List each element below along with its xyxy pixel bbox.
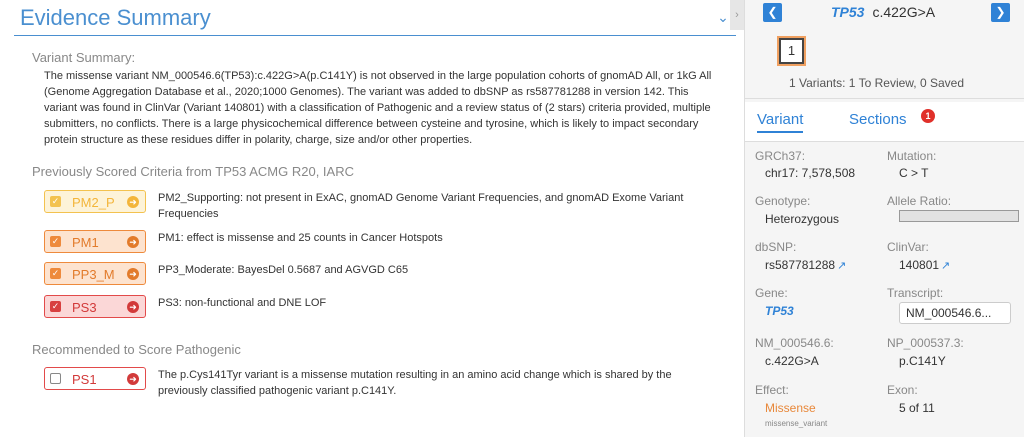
criterion-row: ✓ PS3 ➜ PS3: non-functional and DNE LOF (44, 295, 714, 321)
chevron-left-icon: ❮ (767, 5, 778, 19)
criterion-button-ps3[interactable]: ✓ PS3 ➜ (44, 295, 146, 318)
unchecked-icon[interactable] (50, 373, 61, 384)
allele-ratio-bar (899, 210, 1019, 222)
arrow-right-icon[interactable]: ➜ (127, 268, 139, 280)
exon-label: Exon: (887, 383, 918, 397)
effect-value: Missense (765, 401, 816, 415)
checked-icon[interactable]: ✓ (50, 236, 61, 247)
criterion-description: The p.Cys141Tyr variant is a missense mu… (158, 369, 672, 397)
arrow-right-icon[interactable]: ➜ (127, 236, 139, 248)
criterion-description: PM1: effect is missense and 25 counts in… (158, 232, 443, 244)
criterion-description: PS3: non-functional and DNE LOF (158, 297, 327, 309)
effect-subtype: missense_variant (765, 419, 828, 428)
criterion-row: ✓ PM1 ➜ PM1: effect is missense and 25 c… (44, 230, 714, 256)
panel-toggle-tab[interactable]: › (730, 0, 744, 30)
prev-variant-button[interactable]: ❮ (763, 3, 782, 22)
external-link-icon[interactable]: ↗ (941, 260, 950, 272)
clinvar-value[interactable]: 140801 ↗ (899, 258, 950, 272)
dbsnp-id[interactable]: rs587781288 (765, 258, 835, 272)
np-label: NP_000537.3: (887, 336, 964, 350)
genotype-label: Genotype: (755, 194, 811, 208)
variant-change: c.422G>A (872, 4, 936, 20)
criterion-button-ps1[interactable]: PS1 ➜ (44, 367, 146, 390)
evidence-panel: Evidence Summary ⌄ › Variant Summary: Th… (0, 0, 744, 437)
next-variant-button[interactable]: ❯ (991, 3, 1010, 22)
criterion-description: PP3_Moderate: BayesDel 0.5687 and AGVGD … (158, 264, 409, 276)
sections-badge: 1 (921, 109, 935, 123)
exon-value: 5 of 11 (899, 401, 935, 415)
grch37-label: GRCh37: (755, 149, 806, 163)
criterion-label: PS3 (72, 300, 97, 315)
allele-ratio-label: Allele Ratio: (887, 194, 952, 208)
clinvar-id[interactable]: 140801 (899, 258, 939, 272)
variant-panel: ❮ TP53 c.422G>A ❯ 1 1 Variants: 1 To Revi… (744, 0, 1024, 437)
variant-index-box[interactable]: 1 (779, 38, 804, 64)
external-link-icon[interactable]: ↗ (837, 260, 846, 272)
gene-link[interactable]: TP53 (765, 304, 794, 318)
criterion-row: PS1 ➜ The p.Cys141Tyr variant is a misse… (44, 367, 714, 397)
evidence-title: Evidence Summary (20, 5, 211, 30)
criterion-label: PM1 (72, 235, 99, 250)
evidence-header: Evidence Summary ⌄ (14, 0, 736, 36)
tab-variant[interactable]: Variant (757, 111, 804, 133)
arrow-right-icon[interactable]: ➜ (127, 301, 139, 313)
variant-header: TP53 c.422G>A (831, 4, 935, 20)
mutation-label: Mutation: (887, 149, 937, 163)
divider (745, 98, 1024, 99)
tab-sections[interactable]: Sections (849, 111, 907, 128)
transcript-select[interactable]: NM_000546.6... (899, 302, 1011, 324)
criterion-label: PP3_M (72, 267, 115, 282)
panel-tabs: Variant Sections 1 (745, 102, 1024, 142)
criterion-button-pm1[interactable]: ✓ PM1 ➜ (44, 230, 146, 253)
gene-name: TP53 (831, 4, 865, 20)
grch37-value: chr17: 7,578,508 (765, 166, 856, 180)
criterion-button-pm2p[interactable]: ✓ PM2_P ➜ (44, 190, 146, 213)
criterion-button-pp3m[interactable]: ✓ PP3_M ➜ (44, 262, 146, 285)
mutation-value: C > T (899, 166, 929, 180)
criterion-description: PM2_Supporting: not present in ExAC, gno… (158, 192, 684, 220)
transcript-label: Transcript: (887, 286, 944, 300)
checked-icon[interactable]: ✓ (50, 196, 61, 207)
criterion-row: ✓ PM2_P ➜ PM2_Supporting: not present in… (44, 190, 714, 220)
checked-icon[interactable]: ✓ (50, 268, 61, 279)
nm-value: c.422G>A (765, 354, 819, 368)
nm-label: NM_000546.6: (755, 336, 834, 350)
clinvar-label: ClinVar: (887, 240, 929, 254)
effect-label: Effect: (755, 383, 789, 397)
dbsnp-label: dbSNP: (755, 240, 797, 254)
dbsnp-value[interactable]: rs587781288 ↗ (765, 258, 846, 272)
np-value: p.C141Y (899, 354, 946, 368)
recommended-label: Recommended to Score Pathogenic (32, 342, 241, 357)
arrow-right-icon[interactable]: ➜ (127, 196, 139, 208)
criterion-label: PS1 (72, 372, 97, 387)
genotype-value: Heterozygous (765, 212, 840, 226)
checked-icon[interactable]: ✓ (50, 301, 61, 312)
criterion-row: ✓ PP3_M ➜ PP3_Moderate: BayesDel 0.5687 … (44, 262, 714, 288)
variant-count: 1 Variants: 1 To Review, 0 Saved (789, 76, 964, 90)
criterion-label: PM2_P (72, 195, 115, 210)
chevron-right-icon: ❯ (995, 5, 1006, 19)
gene-label: Gene: (755, 286, 788, 300)
variant-summary-label: Variant Summary: (32, 50, 136, 65)
prev-scored-label: Previously Scored Criteria from TP53 ACM… (32, 164, 354, 179)
arrow-right-icon[interactable]: ➜ (127, 373, 139, 385)
variant-summary-text: The missense variant NM_000546.6(TP53):c… (44, 70, 712, 146)
